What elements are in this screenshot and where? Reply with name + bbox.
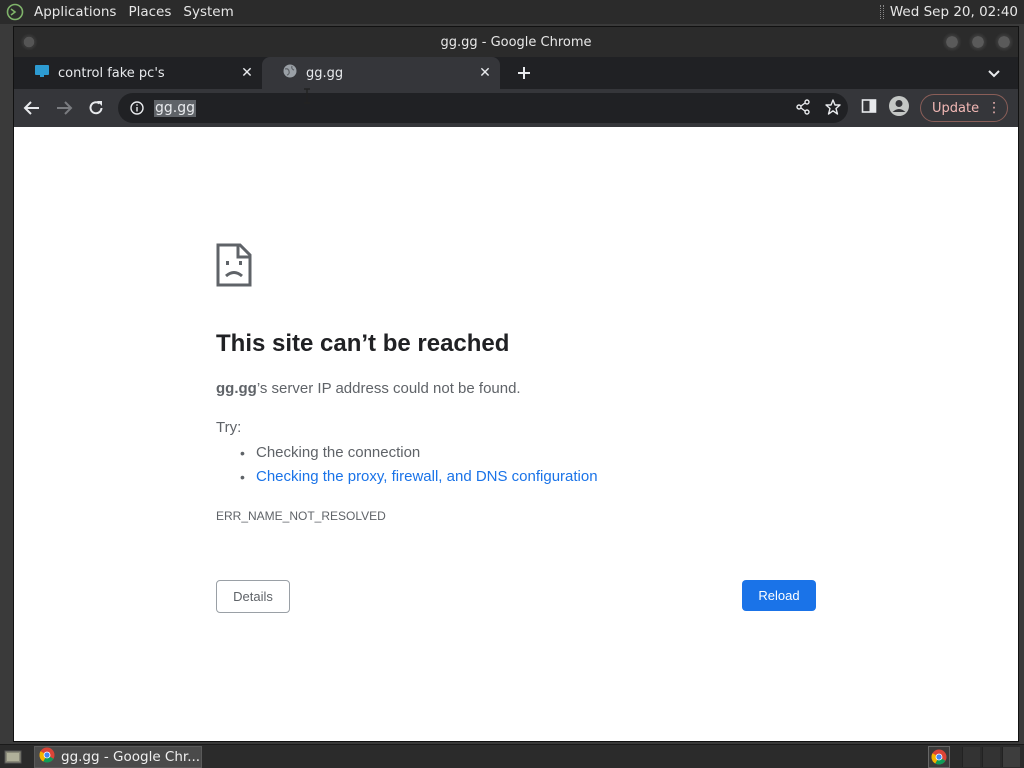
close-tab-icon[interactable]: ✕ xyxy=(476,64,494,82)
reload-button[interactable]: Reload xyxy=(742,580,816,611)
tray-chrome-icon[interactable] xyxy=(928,745,950,768)
window-titlebar[interactable]: gg.gg - Google Chrome xyxy=(14,27,1018,57)
plus-icon xyxy=(518,67,530,79)
update-button[interactable]: Update ⋮ xyxy=(920,94,1009,122)
toolbar-right: Update ⋮ xyxy=(860,94,1009,122)
bottom-taskbar: gg.gg - Google Chr... xyxy=(0,744,1024,768)
page-content: This site can’t be reached gg.gg’s serve… xyxy=(14,127,1018,741)
details-button[interactable]: Details xyxy=(216,580,290,613)
suggestions-list: Checking the connection Checking the pro… xyxy=(240,441,598,489)
chrome-window: gg.gg - Google Chrome control fake pc's … xyxy=(13,26,1019,742)
browser-toolbar: gg.gg Update ⋮ xyxy=(14,89,1018,127)
tab-title: gg.gg xyxy=(306,65,344,81)
update-label: Update xyxy=(932,100,980,116)
forward-button[interactable] xyxy=(50,94,78,122)
suggestion-check-proxy-link[interactable]: Checking the proxy, firewall, and DNS co… xyxy=(240,465,598,489)
tab-strip: control fake pc's ✕ gg.gg ✕ xyxy=(14,57,1018,89)
refresh-icon xyxy=(89,101,103,115)
arrow-left-icon xyxy=(23,101,39,115)
sad-page-icon xyxy=(216,243,252,291)
desktop: Applications Places System Wed Sep 20, 0… xyxy=(0,0,1024,768)
window-title: gg.gg - Google Chrome xyxy=(440,34,592,50)
minimize-button[interactable] xyxy=(942,32,962,52)
share-icon[interactable] xyxy=(794,98,812,120)
close-tab-icon[interactable]: ✕ xyxy=(238,64,256,82)
suggestion-check-connection: Checking the connection xyxy=(240,441,598,465)
show-desktop-icon[interactable] xyxy=(2,747,24,767)
omnibox-actions xyxy=(794,98,842,120)
tab-gg-gg[interactable]: gg.gg ✕ xyxy=(262,57,500,89)
chevron-down-icon xyxy=(988,70,1000,78)
error-host: gg.gg xyxy=(216,380,257,397)
more-menu-icon[interactable]: ⋮ xyxy=(987,100,1001,116)
error-summary: gg.gg’s server IP address could not be f… xyxy=(216,380,521,397)
taskbar-chrome-window[interactable]: gg.gg - Google Chr... xyxy=(34,745,202,768)
window-menu-button[interactable] xyxy=(20,33,38,51)
workspace-1[interactable] xyxy=(962,746,980,767)
window-controls xyxy=(942,32,1014,52)
bookmark-star-icon[interactable] xyxy=(824,98,842,120)
taskbar-window-label: gg.gg - Google Chr... xyxy=(61,748,201,765)
menu-places[interactable]: Places xyxy=(128,4,171,20)
error-code: ERR_NAME_NOT_RESOLVED xyxy=(216,509,386,523)
top-panel: Applications Places System Wed Sep 20, 0… xyxy=(0,0,1024,24)
url-text[interactable]: gg.gg xyxy=(154,99,196,117)
workspace-2[interactable] xyxy=(982,746,1000,767)
profile-avatar-icon[interactable] xyxy=(888,95,910,121)
menu-applications[interactable]: Applications xyxy=(34,4,116,20)
error-title: This site can’t be reached xyxy=(216,330,510,357)
arrow-right-icon xyxy=(57,101,73,115)
chrome-icon xyxy=(39,747,55,767)
new-tab-button[interactable] xyxy=(510,59,538,87)
address-bar[interactable]: gg.gg xyxy=(118,93,848,123)
menu-system[interactable]: System xyxy=(183,4,233,20)
site-info-icon[interactable] xyxy=(128,99,146,117)
error-summary-text: ’s server IP address could not be found. xyxy=(256,380,521,397)
globe-icon xyxy=(282,63,298,83)
tab-search-button[interactable] xyxy=(984,63,1004,83)
mouse-cursor-icon xyxy=(303,88,311,104)
maximize-button[interactable] xyxy=(968,32,988,52)
reload-toolbar-button[interactable] xyxy=(82,94,110,122)
clock[interactable]: Wed Sep 20, 02:40 xyxy=(890,4,1018,20)
workspace-3[interactable] xyxy=(1002,746,1020,767)
side-panel-icon[interactable] xyxy=(860,97,878,119)
try-label: Try: xyxy=(216,419,242,436)
back-button[interactable] xyxy=(18,94,46,122)
panel-grip xyxy=(879,5,884,19)
close-window-button[interactable] xyxy=(994,32,1014,52)
monitor-icon xyxy=(34,63,50,83)
tab-control-fake-pcs[interactable]: control fake pc's ✕ xyxy=(14,57,262,89)
distro-logo-icon[interactable] xyxy=(4,1,26,23)
tab-title: control fake pc's xyxy=(58,65,165,81)
